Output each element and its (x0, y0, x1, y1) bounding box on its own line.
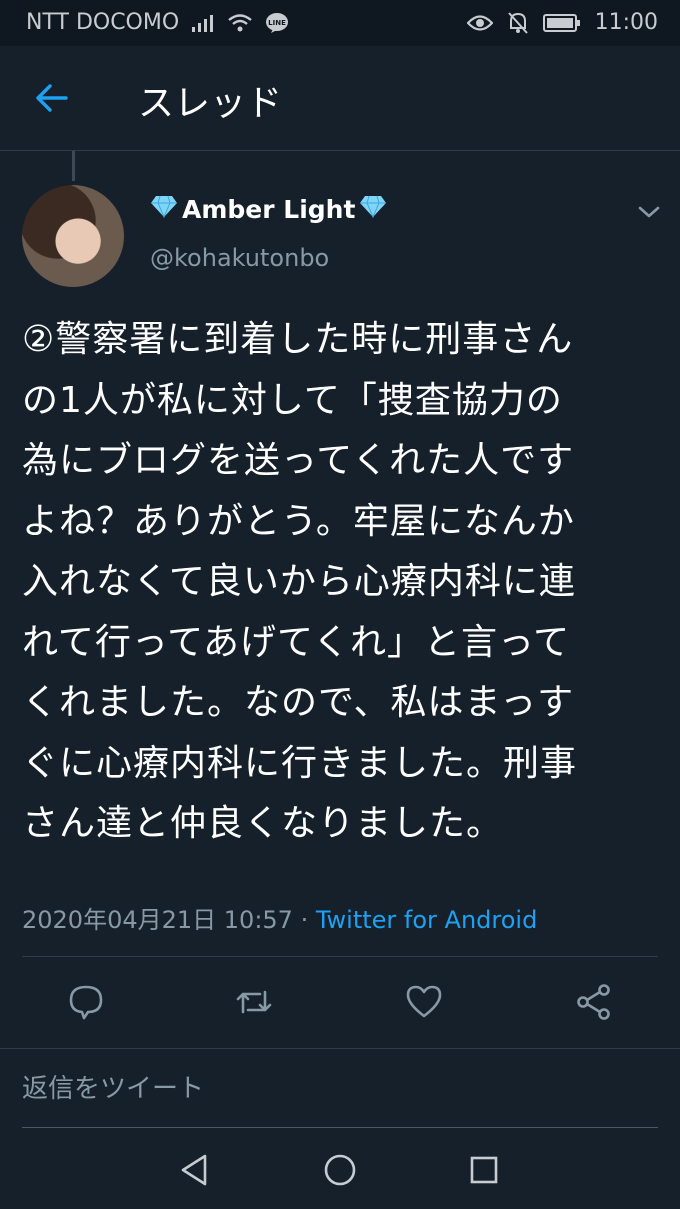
meta-separator: · (292, 906, 316, 934)
reply-icon[interactable] (66, 982, 106, 1022)
reply-placeholder: 返信をツイート (22, 1074, 205, 1104)
tweet-text: ②警察署に到着した時に刑事さん の1人が私に対して「捜査協力の 為にブログを送っ… (22, 310, 658, 855)
tweet-meta: 2020年04月21日 10:57 · Twitter for Android (22, 900, 537, 935)
tweet-timestamp: 2020年04月21日 10:57 (22, 906, 293, 934)
app-header: スレッド (0, 46, 680, 151)
system-nav-bar (0, 1128, 680, 1209)
battery-icon (542, 13, 581, 33)
retweet-icon[interactable] (234, 982, 274, 1022)
like-icon[interactable] (404, 982, 444, 1022)
tweet-text-line: 入れなくて良いから心療内科に連 (22, 561, 576, 602)
display-name[interactable]: Amber Light (150, 194, 387, 224)
svg-text:LINE: LINE (268, 19, 286, 27)
diamond-icon (359, 194, 387, 224)
clock-label: 11:00 (594, 10, 658, 35)
share-icon[interactable] (574, 982, 614, 1022)
line-app-icon: LINE (265, 12, 289, 34)
reply-input[interactable]: 返信をツイート (22, 1068, 658, 1128)
divider (22, 956, 658, 957)
nav-recents-icon[interactable] (464, 1150, 504, 1190)
tweet-actions (0, 970, 680, 1036)
diamond-icon (150, 194, 178, 224)
display-name-text: Amber Light (182, 194, 356, 224)
tweet-text-line: れて行ってあげてくれ」と言って (22, 621, 571, 663)
tweet-text-line: ②警察署に到着した時に刑事さん (22, 319, 574, 360)
tweet-text-line: ぐに心療内科に行きました。刑事 (22, 742, 578, 784)
nav-back-icon[interactable] (174, 1150, 214, 1190)
wifi-icon (227, 13, 253, 33)
tweet-source-link[interactable]: Twitter for Android (316, 906, 537, 934)
signal-icon (191, 13, 215, 33)
carrier-label: NTT DOCOMO (26, 10, 180, 35)
eye-icon (466, 14, 493, 32)
page-title: スレッド (138, 83, 283, 124)
back-arrow-icon[interactable] (30, 78, 74, 118)
tweet-text-line: よね？ありがとう。牢屋になんか (22, 500, 575, 542)
tweet-text-line: くれました。なので、私はまっす (22, 682, 575, 723)
tweet-text-line: さん達と仲良くなりました。 (22, 803, 504, 844)
chevron-down-icon[interactable] (634, 200, 664, 224)
divider (0, 1048, 680, 1049)
nav-home-icon[interactable] (320, 1150, 360, 1190)
user-handle[interactable]: @kohakutonbo (150, 244, 329, 272)
avatar[interactable] (22, 185, 124, 287)
status-bar: NTT DOCOMO LINE 11:00 (0, 0, 680, 46)
notification-off-icon (507, 11, 529, 35)
tweet-text-line: の1人が私に対して「捜査協力の (22, 379, 563, 421)
thread-connector-line (72, 151, 75, 181)
tweet-text-line: 為にブログを送ってくれた人です (22, 440, 575, 481)
